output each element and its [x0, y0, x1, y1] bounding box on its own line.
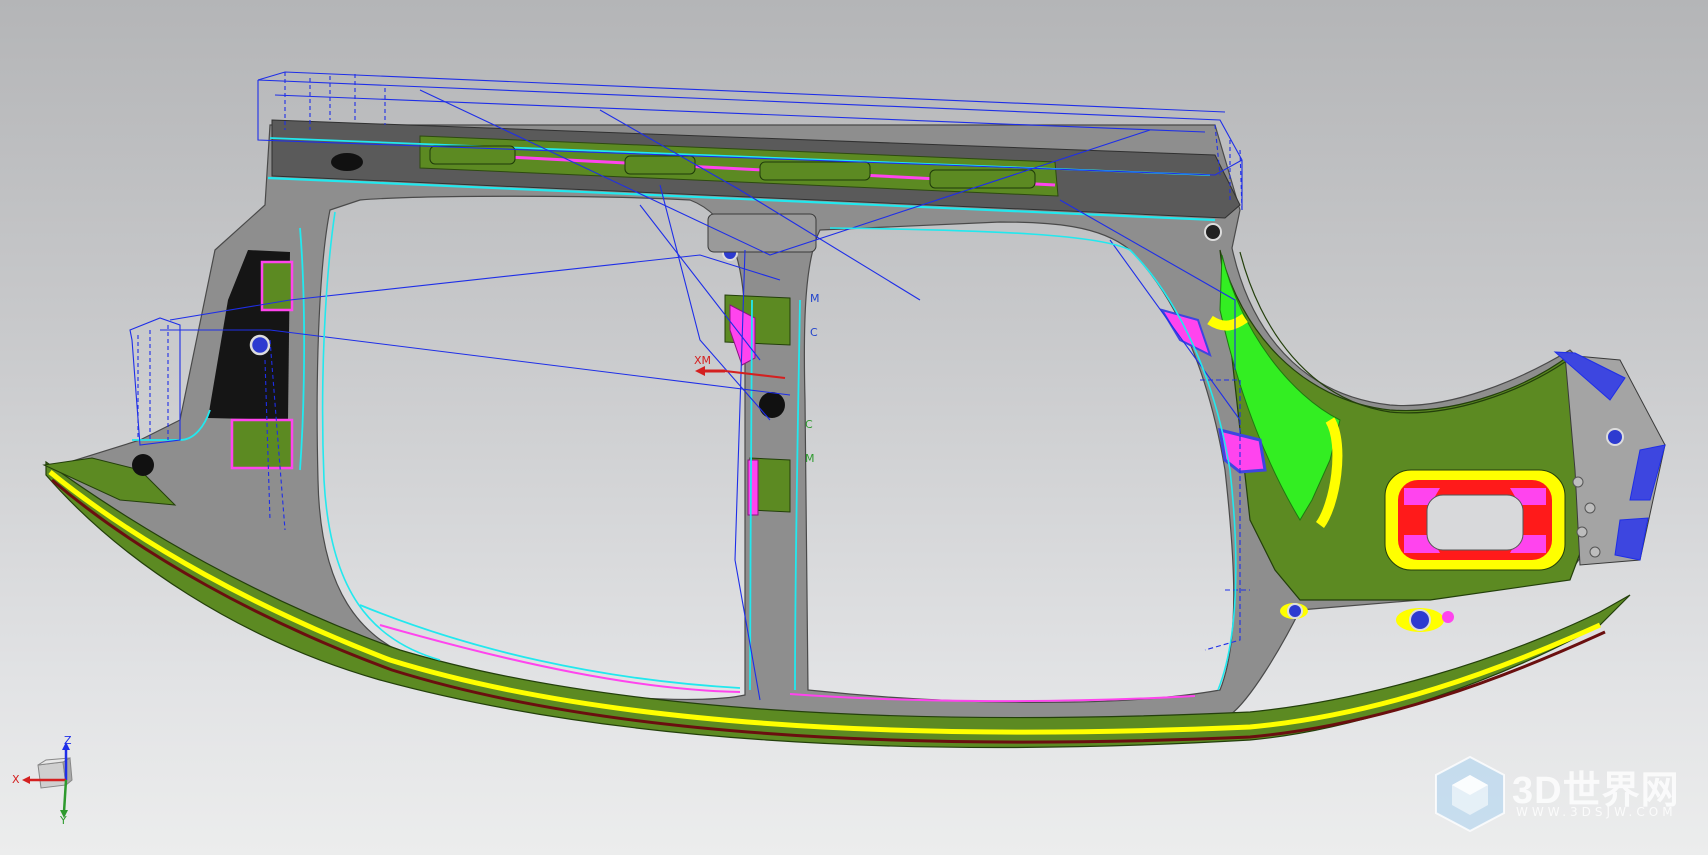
triad-y-label: Y — [60, 814, 67, 827]
triad-graphic — [22, 742, 73, 818]
a-pillar-green-upper — [260, 260, 294, 312]
car-body-side-panel-model[interactable]: XM M C C M — [0, 0, 1708, 855]
roof-front-dark-slot — [331, 153, 363, 171]
a-pillar-blue-hole — [249, 334, 271, 356]
lower-rear-holes — [1280, 603, 1454, 632]
triad-z-label: Z — [64, 734, 72, 747]
roof-rear-hole — [1204, 223, 1222, 241]
wcs-marker-c-top: C — [810, 326, 818, 339]
watermark-cube-icon — [1435, 755, 1505, 833]
wcs-axis-label: XM — [694, 354, 711, 367]
watermark-url: WWW.3DSJW.COM — [1516, 805, 1677, 819]
wcs-marker-m-bottom: M — [805, 452, 815, 465]
triad-x-label: X — [12, 773, 20, 786]
graphics-viewport[interactable]: XM M C C M Z X Y 3D世界网 WWW.3DSJW.COM — [0, 0, 1708, 855]
tail-lamp-opening — [1384, 469, 1566, 571]
wcs-marker-m-top: M — [810, 292, 820, 305]
a-pillar-black-hole — [132, 454, 154, 476]
wcs-marker-c-bottom: C — [805, 418, 813, 431]
b-pillar-black-hole — [759, 392, 785, 418]
b-pillar-magenta-mid — [747, 459, 759, 516]
a-pillar-green-lower — [230, 418, 294, 470]
view-orientation-triad[interactable]: Z X Y — [8, 734, 88, 827]
rear-corner-blue-hole — [1606, 428, 1624, 446]
watermark-logo: 3D世界网 WWW.3DSJW.COM — [1430, 753, 1690, 835]
